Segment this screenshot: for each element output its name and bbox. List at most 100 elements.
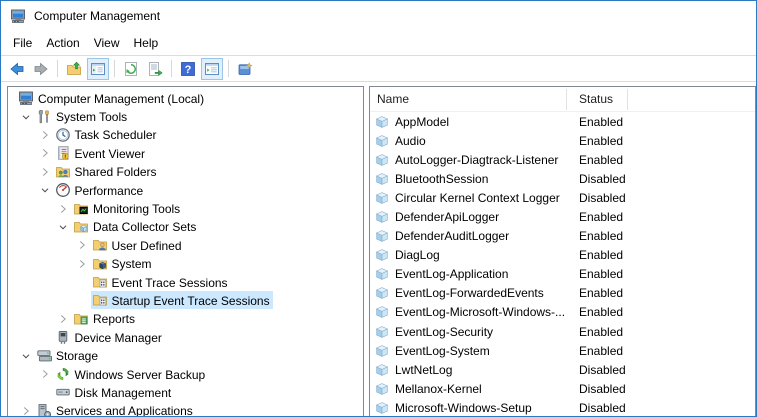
export-list-button[interactable] <box>144 58 166 80</box>
show-action-pane-button[interactable] <box>201 58 223 80</box>
list-item-microsoft-windows-setup[interactable]: Microsoft-Windows-SetupDisabled <box>370 398 755 416</box>
tree-item-task-scheduler[interactable]: Task Scheduler <box>8 126 363 144</box>
show-console-tree-button[interactable] <box>87 58 109 80</box>
back-button[interactable] <box>6 58 28 80</box>
task-scheduler-icon <box>55 127 71 143</box>
chevron-right-icon[interactable] <box>36 127 54 143</box>
event-viewer-icon <box>55 145 71 161</box>
tree-item-computer-management-local[interactable]: Computer Management (Local) <box>8 89 363 107</box>
windows-server-backup-icon <box>55 366 71 382</box>
list-item-name-cell: DiagLog <box>370 247 567 263</box>
tree-item-content: Reports <box>72 310 138 328</box>
list-item-name-cell: DefenderAuditLogger <box>370 228 567 244</box>
list-item-name-cell: EventLog-Application <box>370 266 567 282</box>
list-item-status: Enabled <box>567 229 623 243</box>
taskpad-button[interactable] <box>234 58 256 80</box>
tree-item-content: Shared Folders <box>54 163 160 181</box>
chevron-right-icon[interactable] <box>36 366 54 382</box>
list-item-defenderapilogger[interactable]: DefenderApiLoggerEnabled <box>370 207 755 226</box>
tree-item-reports[interactable]: Reports <box>8 310 363 328</box>
up-one-level-button[interactable] <box>63 58 85 80</box>
chevron-right-icon[interactable] <box>73 237 91 253</box>
chevron-right-icon[interactable] <box>54 311 72 327</box>
chevron-down-icon[interactable] <box>17 109 35 125</box>
list-item-circular-kernel-context-logger[interactable]: Circular Kernel Context LoggerDisabled <box>370 188 755 207</box>
list-item-name: AppModel <box>395 115 449 129</box>
list-item-name: DefenderApiLogger <box>395 210 499 224</box>
tree-item-event-trace-sessions[interactable]: Event Trace Sessions <box>8 273 363 291</box>
session-cube-icon <box>374 304 390 320</box>
forward-button[interactable] <box>30 58 52 80</box>
list-item-autologger-diagtrack-listener[interactable]: AutoLogger-Diagtrack-ListenerEnabled <box>370 150 755 169</box>
tree-item-data-collector-sets[interactable]: Data Collector Sets <box>8 218 363 236</box>
tree-item-performance[interactable]: Performance <box>8 181 363 199</box>
list-item-eventlog-system[interactable]: EventLog-SystemEnabled <box>370 341 755 360</box>
expander-spacer <box>36 329 54 345</box>
toolbar-separator <box>171 60 172 77</box>
tree-item-disk-management[interactable]: Disk Management <box>8 383 363 401</box>
list-item-audio[interactable]: AudioEnabled <box>370 131 755 150</box>
list-item-mellanox-kernel[interactable]: Mellanox-KernelDisabled <box>370 379 755 398</box>
column-header-status[interactable]: Status <box>567 89 628 110</box>
list-item-defenderauditlogger[interactable]: DefenderAuditLogger Enabled <box>370 227 755 246</box>
list-item-appmodel[interactable]: AppModelEnabled <box>370 112 755 131</box>
chevron-down-icon[interactable] <box>54 219 72 235</box>
refresh-button[interactable] <box>120 58 142 80</box>
tree-item-label: Computer Management (Local) <box>38 91 204 106</box>
chevron-down-icon[interactable] <box>36 182 54 198</box>
menu-file[interactable]: File <box>6 33 39 53</box>
list-item-lwtnetlog[interactable]: LwtNetLogDisabled <box>370 360 755 379</box>
list-item-name-cell: EventLog-Security <box>370 324 567 340</box>
list-item-eventlog-microsoft-windows[interactable]: EventLog-Microsoft-Windows-...Enabled <box>370 303 755 322</box>
title-bar[interactable]: Computer Management <box>1 1 756 30</box>
list-item-name: EventLog-ForwardedEvents <box>395 286 544 300</box>
help-button[interactable]: ? <box>177 58 199 80</box>
tree-item-event-viewer[interactable]: Event Viewer <box>8 144 363 162</box>
chevron-right-icon[interactable] <box>73 256 91 272</box>
session-cube-icon <box>374 381 390 397</box>
session-cube-icon <box>374 362 390 378</box>
chevron-right-icon[interactable] <box>36 164 54 180</box>
tree-item-label: Data Collector Sets <box>93 219 196 234</box>
tree-item-content: Disk Management <box>54 383 175 401</box>
list-item-name-cell: EventLog-ForwardedEvents <box>370 285 567 301</box>
list-item-eventlog-forwardedevents[interactable]: EventLog-ForwardedEventsEnabled <box>370 284 755 303</box>
tree-item-windows-server-backup[interactable]: Windows Server Backup <box>8 365 363 383</box>
tree-item-system-tools[interactable]: System Tools <box>8 107 363 125</box>
tree-item-storage[interactable]: Storage <box>8 346 363 364</box>
list-item-name-cell: Audio <box>370 133 567 149</box>
menu-help[interactable]: Help <box>127 33 166 53</box>
list-item-name: DefenderAuditLogger <box>395 229 509 243</box>
chevron-right-icon[interactable] <box>36 145 54 161</box>
tree-item-monitoring-tools[interactable]: Monitoring Tools <box>8 199 363 217</box>
session-cube-icon <box>374 114 390 130</box>
tree-item-startup-event-trace-sessions[interactable]: Startup Event Trace Sessions <box>8 291 363 309</box>
tree-item-label: Storage <box>56 348 98 363</box>
chevron-down-icon[interactable] <box>17 348 35 364</box>
menu-action[interactable]: Action <box>39 33 86 53</box>
session-cube-icon <box>374 228 390 244</box>
tree-item-shared-folders[interactable]: Shared Folders <box>8 163 363 181</box>
list-item-name: Circular Kernel Context Logger <box>395 191 560 205</box>
session-cube-icon <box>374 247 390 263</box>
chevron-right-icon[interactable] <box>17 403 35 416</box>
list-item-eventlog-application[interactable]: EventLog-ApplicationEnabled <box>370 265 755 284</box>
list-item-name: EventLog-Microsoft-Windows-... <box>395 305 565 319</box>
chevron-right-icon[interactable] <box>54 201 72 217</box>
list-item-eventlog-security[interactable]: EventLog-SecurityEnabled <box>370 322 755 341</box>
column-header-name[interactable]: Name <box>370 89 567 110</box>
tree-item-content: Monitoring Tools <box>72 200 183 218</box>
tree-item-system[interactable]: System <box>8 255 363 273</box>
svg-text:?: ? <box>185 64 192 76</box>
list-item-bluetoothsession[interactable]: BluetoothSessionDisabled <box>370 169 755 188</box>
data-collector-sets-folder-icon <box>73 219 89 235</box>
tree-item-content: Device Manager <box>54 328 165 346</box>
list-item-diaglog[interactable]: DiagLogEnabled <box>370 246 755 265</box>
tree-item-user-defined[interactable]: User Defined <box>8 236 363 254</box>
tree-item-content: System <box>91 255 155 273</box>
menu-view[interactable]: View <box>87 33 127 53</box>
tree-item-services-and-applications[interactable]: Services and Applications <box>8 402 363 416</box>
computer-management-window: Computer Management FileActionViewHelp ?… <box>0 0 757 417</box>
back-arrow-icon <box>9 61 25 77</box>
tree-item-device-manager[interactable]: Device Manager <box>8 328 363 346</box>
